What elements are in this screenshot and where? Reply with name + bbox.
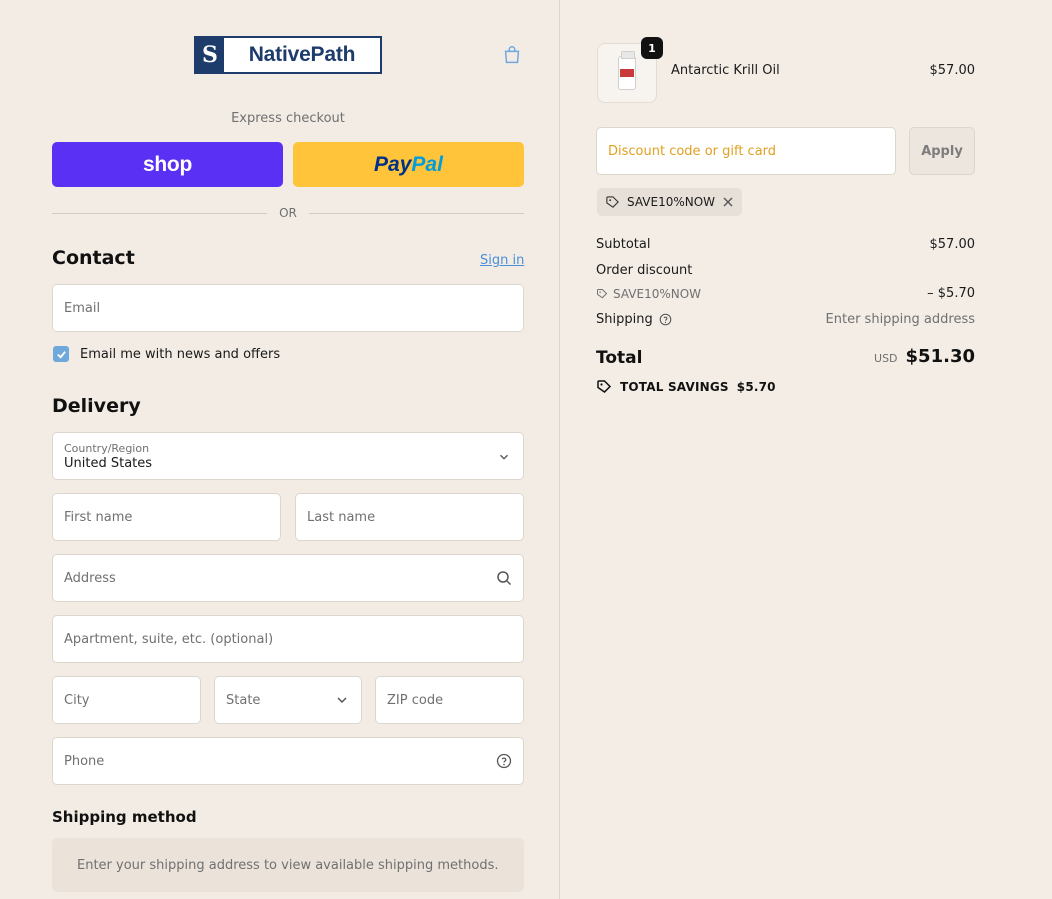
or-divider: OR <box>52 205 525 221</box>
phone-placeholder: Phone <box>64 753 105 769</box>
newsletter-label: Email me with news and offers <box>80 346 281 362</box>
state-placeholder: State <box>226 692 261 708</box>
email-placeholder: Email <box>64 300 101 316</box>
last-name-placeholder: Last name <box>307 509 376 525</box>
tag-icon <box>597 289 608 299</box>
shipping-label: Shipping <box>596 312 653 327</box>
address-placeholder: Address <box>64 570 116 586</box>
email-field[interactable]: Email <box>52 284 524 332</box>
help-icon[interactable] <box>496 753 512 769</box>
tag-icon <box>606 195 619 208</box>
subtotal-value: $57.00 <box>929 237 976 252</box>
chevron-down-icon <box>337 697 347 704</box>
phone-field[interactable]: Phone <box>52 737 524 785</box>
first-name-placeholder: First name <box>64 509 133 525</box>
newsletter-checkbox[interactable] <box>53 346 69 362</box>
shipping-method-heading: Shipping method <box>52 808 197 826</box>
product-price: $57.00 <box>929 63 976 78</box>
product-bottle-image <box>618 51 636 90</box>
divider-line <box>308 212 525 214</box>
checkout-form-panel: S NativePath Express checkout shop Pay Pa… <box>0 0 560 899</box>
order-discount-code: SAVE10%NOW <box>613 287 702 301</box>
express-checkout-label: Express checkout <box>231 111 345 126</box>
total-savings-value: $5.70 <box>736 380 776 394</box>
order-discount-value: – $5.70 <box>927 286 975 301</box>
total-label: Total <box>596 348 643 368</box>
total-savings-label: TOTAL SAVINGS <box>620 380 729 394</box>
zip-field[interactable]: ZIP code <box>375 676 524 724</box>
apply-discount-button[interactable]: Apply <box>909 127 975 175</box>
first-name-field[interactable]: First name <box>52 493 281 541</box>
shipping-row: Shipping <box>596 312 672 327</box>
city-placeholder: City <box>64 692 90 708</box>
city-field[interactable]: City <box>52 676 201 724</box>
sign-in-link[interactable]: Sign in <box>480 253 524 268</box>
contact-heading: Contact <box>52 247 135 269</box>
divider-line <box>52 212 268 214</box>
paypal-label-part1: Pay <box>374 152 412 176</box>
delivery-heading: Delivery <box>52 395 141 417</box>
shop-pay-button[interactable]: shop <box>52 142 283 187</box>
paypal-button[interactable]: Pay Pal <box>293 142 524 187</box>
help-icon[interactable] <box>659 313 672 326</box>
check-icon <box>56 350 66 359</box>
state-select[interactable]: State <box>214 676 362 724</box>
shop-pay-label: shop <box>143 152 192 176</box>
order-discount-label: Order discount <box>596 263 693 278</box>
logo-text: NativePath <box>248 43 356 66</box>
applied-discount-chip: SAVE10%NOW <box>597 188 743 216</box>
logo-mark: S <box>196 38 224 72</box>
total-row: USD $51.30 <box>874 346 975 367</box>
total-savings-row: TOTAL SAVINGS $5.70 <box>596 379 776 395</box>
country-label: Country/Region <box>64 441 150 455</box>
total-currency: USD <box>874 352 898 365</box>
discount-placeholder: Discount code or gift card <box>608 143 777 159</box>
shipping-methods-notice: Enter your shipping address to view avai… <box>52 838 524 892</box>
subtotal-label: Subtotal <box>596 237 651 252</box>
paypal-label-part2: Pal <box>411 152 443 176</box>
shipping-value: Enter shipping address <box>825 312 975 327</box>
product-name: Antarctic Krill Oil <box>671 63 780 78</box>
order-discount-code-row: SAVE10%NOW <box>596 287 701 301</box>
total-amount: $51.30 <box>905 346 975 367</box>
apartment-placeholder: Apartment, suite, etc. (optional) <box>64 631 274 647</box>
zip-placeholder: ZIP code <box>387 692 444 708</box>
shipping-methods-message: Enter your shipping address to view avai… <box>77 857 499 873</box>
brand-logo[interactable]: S NativePath <box>194 36 382 74</box>
applied-discount-code: SAVE10%NOW <box>627 195 716 209</box>
or-text: OR <box>279 206 297 220</box>
country-select[interactable]: Country/Region United States <box>52 432 524 480</box>
country-value: United States <box>64 455 153 471</box>
last-name-field[interactable]: Last name <box>295 493 524 541</box>
discount-code-field[interactable]: Discount code or gift card <box>596 127 896 175</box>
savings-tag-icon <box>597 380 612 393</box>
address-field[interactable]: Address <box>52 554 524 602</box>
quantity-badge: 1 <box>641 37 663 59</box>
remove-discount-icon[interactable] <box>722 196 734 208</box>
apartment-field[interactable]: Apartment, suite, etc. (optional) <box>52 615 524 663</box>
shopping-bag-icon[interactable] <box>501 44 523 66</box>
newsletter-option[interactable]: Email me with news and offers <box>53 346 280 362</box>
search-icon <box>497 571 512 586</box>
chevron-down-icon <box>500 454 508 460</box>
